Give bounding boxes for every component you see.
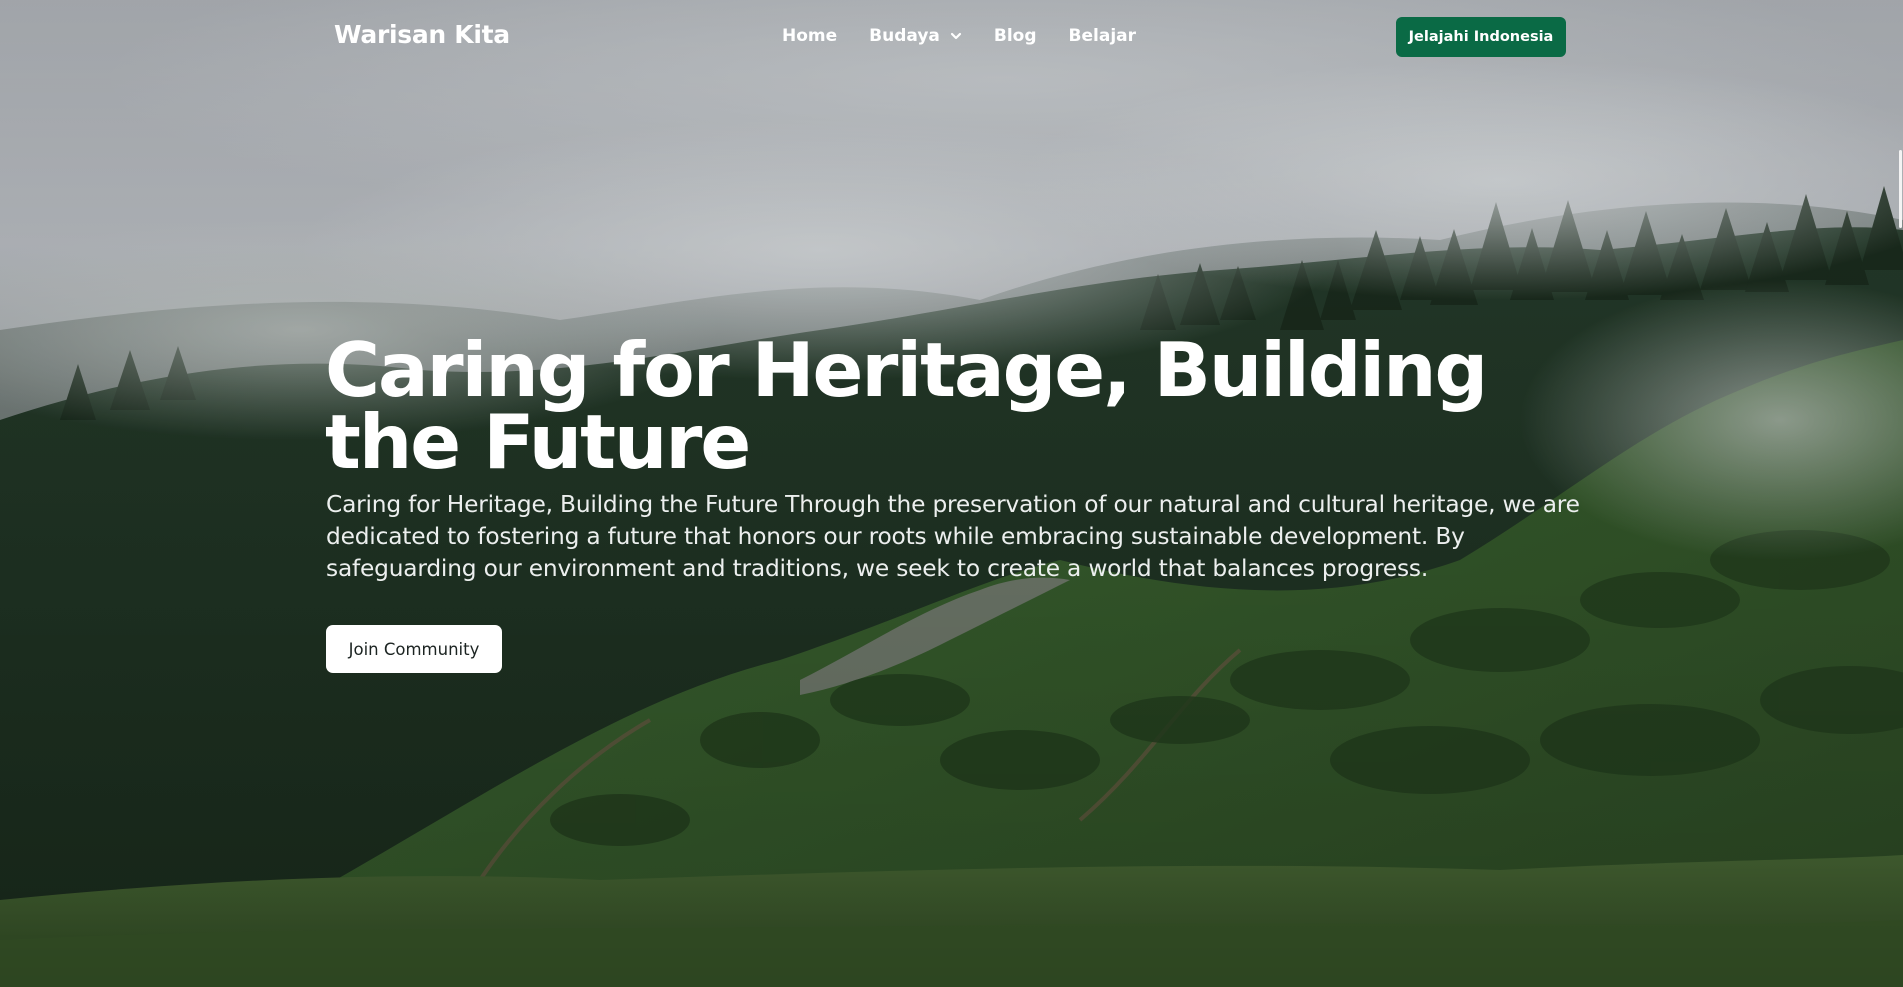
brand-logo[interactable]: Warisan Kita [334, 20, 510, 49]
jelajahi-indonesia-button[interactable]: Jelajahi Indonesia [1396, 17, 1566, 57]
nav-links: Home Budaya Blog Belajar [782, 26, 1136, 46]
scrollbar[interactable] [1897, 0, 1903, 987]
hero-description: Caring for Heritage, Building the Future… [326, 491, 1580, 582]
nav-link-blog[interactable]: Blog [994, 26, 1037, 46]
nav-link-belajar[interactable]: Belajar [1069, 26, 1136, 46]
nav-link-budaya-label: Budaya [869, 26, 940, 46]
nav-link-home[interactable]: Home [782, 26, 837, 46]
hero-section: Warisan Kita Home Budaya Blog Belajar Je… [0, 0, 1903, 987]
scrollbar-thumb[interactable] [1899, 150, 1902, 228]
nav-link-budaya[interactable]: Budaya [869, 26, 963, 46]
chevron-down-icon [950, 32, 961, 40]
hero-title: Caring for Heritage, Building the Future [325, 326, 1488, 486]
navbar: Warisan Kita Home Budaya Blog Belajar Je… [0, 0, 1903, 74]
join-community-button[interactable]: Join Community [326, 625, 502, 673]
